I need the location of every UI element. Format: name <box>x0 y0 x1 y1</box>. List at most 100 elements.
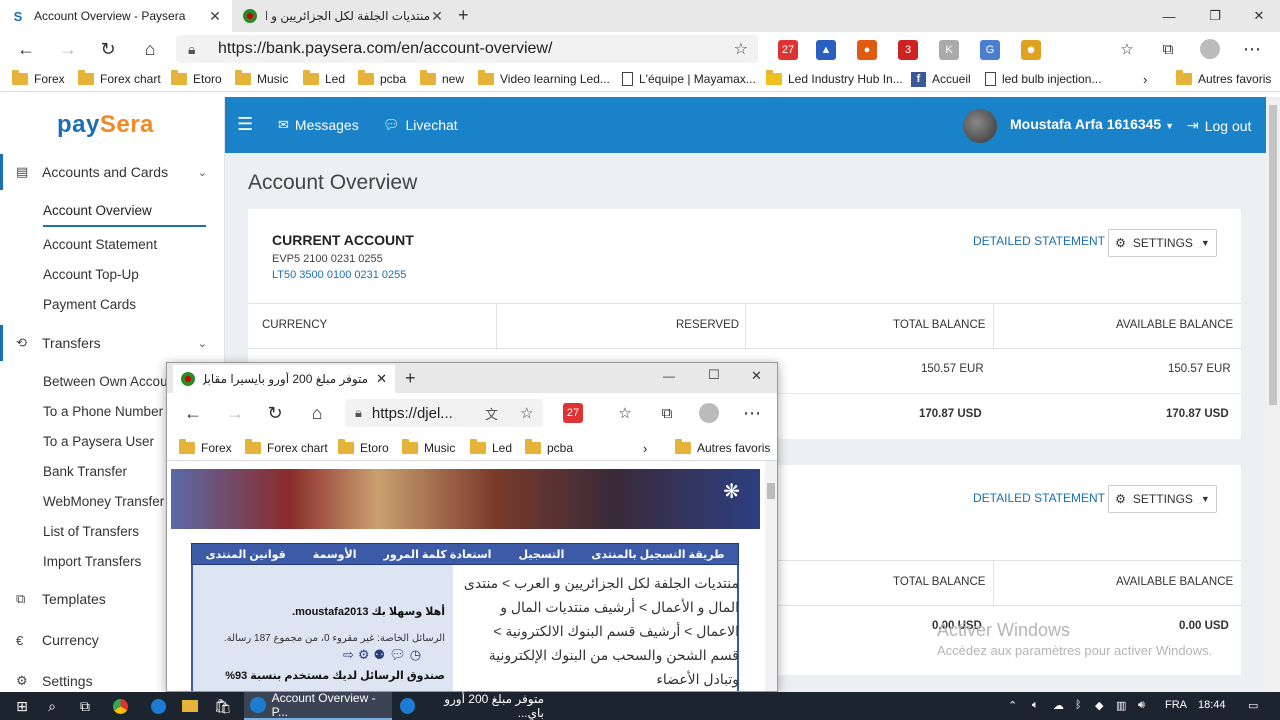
close-icon[interactable]: ✕ <box>376 371 387 387</box>
bookmarks-overflow-chevron-icon[interactable]: › <box>643 439 647 457</box>
language-indicator[interactable]: FRA <box>1165 699 1187 711</box>
bookmark-new[interactable]: new <box>420 70 464 88</box>
profile-icon[interactable] <box>697 401 721 425</box>
collections-icon[interactable]: ⧉ <box>1156 37 1180 61</box>
bluetooth-icon[interactable]: ᛒ <box>1075 699 1082 711</box>
favorite-star-icon[interactable]: ☆ <box>734 39 748 59</box>
bookmark-video-learning[interactable]: Video learning Led... <box>478 70 610 88</box>
popup-scrollbar[interactable] <box>765 461 777 691</box>
network-icon[interactable]: ▥ <box>1116 699 1126 712</box>
account-iban[interactable]: LT50 3500 0100 0231 0255 <box>272 269 406 281</box>
popup-url-field[interactable]: 🔒︎ https://djel... 文 ☆ <box>345 399 543 427</box>
detailed-statement-link[interactable]: DETAILED STATEMENT <box>973 234 1105 248</box>
back-button[interactable]: ← <box>181 401 205 425</box>
more-icon[interactable]: ⋯ <box>740 401 764 425</box>
bookmark-etoro[interactable]: Etoro <box>338 439 389 457</box>
forum-nav-rules[interactable]: قوانين المنتدى <box>206 548 286 561</box>
mail-extension-icon[interactable]: 27 <box>563 403 583 423</box>
bookmark-forex[interactable]: Forex <box>12 70 65 88</box>
bookmark-led[interactable]: Led <box>303 70 345 88</box>
dropbox-icon[interactable]: ◆ <box>1095 699 1103 712</box>
bookmark-other-favorites[interactable]: Autres favoris <box>1176 70 1271 88</box>
bookmark-music[interactable]: Music <box>402 439 455 457</box>
bookmark-forex-chart[interactable]: Forex chart <box>245 439 328 457</box>
forum-nav-medals[interactable]: الأوسمة <box>313 548 357 561</box>
taskbar-task-paysera[interactable]: Account Overview - P... <box>244 691 392 720</box>
close-icon[interactable]: ✕ <box>208 8 222 25</box>
sidebar-item-payment-cards[interactable]: Payment Cards <box>43 297 136 312</box>
logout-button[interactable]: ⇥ Log out <box>1187 117 1251 134</box>
k-extension-icon[interactable]: K <box>939 40 959 60</box>
sidebar-item-bank-transfer[interactable]: Bank Transfer <box>43 464 127 479</box>
settings-dropdown-button[interactable]: ⚙ SETTINGS ▼ <box>1108 229 1217 257</box>
messages-link[interactable]: ✉ Messages <box>278 117 359 133</box>
translate-icon[interactable]: 文 <box>485 404 498 423</box>
scrollbar-thumb[interactable] <box>1269 105 1277 405</box>
bookmark-lequipe[interactable]: L'équipe | Mayamax... <box>622 70 756 88</box>
sidebar-item-phone-number[interactable]: To a Phone Number <box>43 404 163 419</box>
back-button[interactable]: ← <box>14 37 38 61</box>
sidebar-item-account-statement[interactable]: Account Statement <box>43 237 157 252</box>
chrome-icon[interactable] <box>110 697 130 715</box>
forum-nav-recover-password[interactable]: استعادة كلمة المرور <box>384 548 492 561</box>
bookmark-led[interactable]: Led <box>470 439 512 457</box>
paysera-logo[interactable]: paySera <box>57 111 154 139</box>
tab-paysera[interactable]: S Account Overview - Paysera ✕ <box>0 0 232 32</box>
scrollbar-thumb[interactable] <box>767 483 775 499</box>
private-messages-text[interactable]: الرسائل الخاصة: غير مقروء 0، من مجموع 18… <box>224 633 445 644</box>
popup-tab[interactable]: متوفر مبلغ 200 أورو بايسيرا مقابل ✕ <box>173 365 395 393</box>
settings-dropdown-button[interactable]: ⚙ SETTINGS ▼ <box>1108 485 1217 513</box>
url-field[interactable]: 🔒︎ https://bank.paysera.com/en/account-o… <box>176 35 758 63</box>
forward-button[interactable]: → <box>56 37 80 61</box>
minimize-button[interactable]: — <box>663 369 675 383</box>
hamburger-menu-icon[interactable]: ☰ <box>237 114 253 135</box>
search-icon[interactable]: ⌕ <box>42 697 62 715</box>
sidebar-item-account-topup[interactable]: Account Top-Up <box>43 267 139 282</box>
forward-button[interactable]: → <box>223 401 247 425</box>
bookmark-pcba[interactable]: pcba <box>525 439 573 457</box>
close-window-button[interactable]: ✕ <box>1236 0 1280 32</box>
profile-icon[interactable] <box>1198 37 1222 61</box>
bookmark-music[interactable]: Music <box>235 70 288 88</box>
sidebar-item-import-transfers[interactable]: Import Transfers <box>43 554 141 569</box>
more-icon[interactable]: ⋯ <box>1240 37 1264 61</box>
avatar[interactable] <box>963 109 997 143</box>
favorite-star-icon[interactable]: ☆ <box>520 404 533 422</box>
clock[interactable]: 18:44 <box>1198 699 1226 711</box>
bookmark-pcba[interactable]: pcba <box>358 70 406 88</box>
home-button[interactable]: ⌂ <box>305 401 329 425</box>
user-menu[interactable]: Moustafa Arfa 1616345 ▼ <box>1010 116 1174 132</box>
bookmark-etoro[interactable]: Etoro <box>171 70 222 88</box>
refresh-button[interactable]: ↻ <box>96 37 120 61</box>
sidebar-section-accounts[interactable]: ▤ Accounts and Cards ⌄ <box>0 154 225 190</box>
user-panel-icons[interactable]: ⇨⚙⚉💬︎◷ <box>343 647 425 663</box>
close-icon[interactable]: ✕ <box>430 8 444 25</box>
bookmark-forex[interactable]: Forex <box>179 439 232 457</box>
sidebar-item-paysera-user[interactable]: To a Paysera User <box>43 434 154 449</box>
livechat-link[interactable]: 💬︎ Livechat <box>383 117 458 133</box>
bookmark-other-favorites[interactable]: Autres favoris <box>675 439 770 457</box>
hat-extension-icon[interactable]: ▲ <box>816 40 836 60</box>
edge-icon[interactable] <box>148 697 168 715</box>
sidebar-item-webmoney[interactable]: WebMoney Transfer <box>43 494 164 509</box>
forum-nav-register[interactable]: التسجيل <box>519 548 565 561</box>
favorites-icon[interactable]: ☆ <box>1115 37 1139 61</box>
taskbar-task-djelfa[interactable]: متوفر مبلغ 200 أورو باي... <box>394 692 544 720</box>
bookmark-led-bulb[interactable]: led bulb injection... <box>985 70 1101 88</box>
bookmark-led-industry[interactable]: Led Industry Hub In... <box>766 70 903 88</box>
forum-breadcrumb[interactable]: منتديات الجلفة لكل الجزائريين و العرب > … <box>461 571 739 691</box>
task-view-icon[interactable]: ⧉ <box>75 697 95 715</box>
bookmarks-overflow-chevron-icon[interactable]: › <box>1143 70 1147 88</box>
detailed-statement-link[interactable]: DETAILED STATEMENT <box>973 491 1105 505</box>
mail-extension-icon[interactable]: 27 <box>778 40 798 60</box>
sidebar-item-between-own[interactable]: Between Own Accounts <box>43 374 186 389</box>
close-window-button[interactable]: ✕ <box>751 368 762 384</box>
new-tab-button[interactable]: + <box>458 5 469 26</box>
notifications-icon[interactable]: ▭ <box>1248 699 1258 712</box>
maximize-button[interactable]: ❐ <box>1192 0 1238 32</box>
page-scrollbar[interactable] <box>1266 97 1280 692</box>
maximize-button[interactable]: ☐ <box>708 367 720 383</box>
onedrive-icon[interactable]: ☁ <box>1053 699 1064 712</box>
bookmark-accueil[interactable]: f Accueil <box>911 70 971 88</box>
tray-chevron-icon[interactable]: ⌃ <box>1008 699 1017 712</box>
